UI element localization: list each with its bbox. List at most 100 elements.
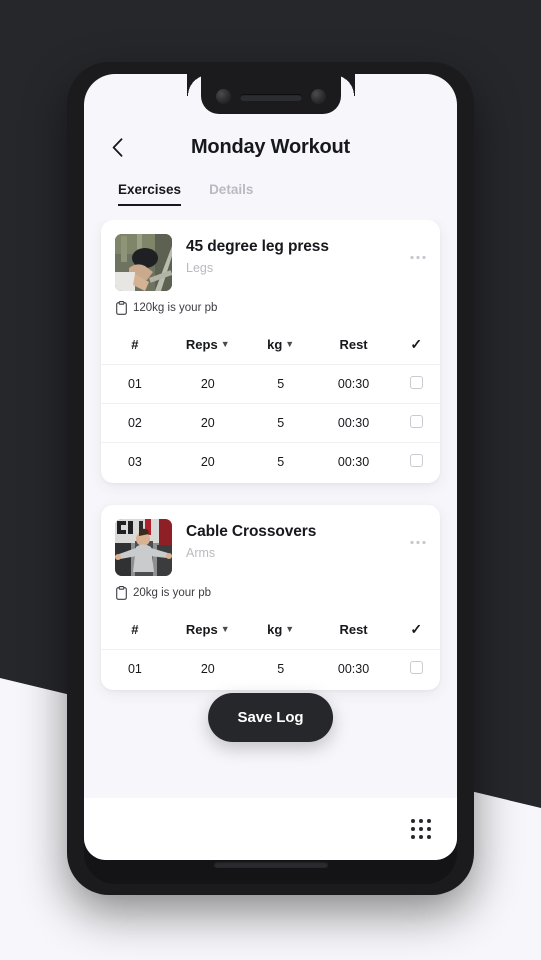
exercise-name: 45 degree leg press [186,238,329,255]
phone-screen: Monday Workout Exercises Details 45 degr… [84,74,457,860]
chevron-down-icon: ▼ [220,624,230,634]
exercise-title-block: Cable Crossovers Arms [172,519,404,560]
col-header-reps-label: Reps [185,337,218,352]
check-icon: ✓ [410,336,423,352]
set-rest[interactable]: 00:30 [315,443,393,484]
clipboard-icon [116,301,127,315]
col-header-number: # [131,337,139,352]
set-weight[interactable]: 5 [247,443,315,484]
set-weight[interactable]: 5 [247,365,315,404]
tab-details[interactable]: Details [209,182,253,206]
col-header-rest: Rest [339,622,368,637]
set-check-cell[interactable] [393,404,440,443]
exercise-thumbnail[interactable] [115,234,172,291]
col-header-number: # [131,622,139,637]
col-header-check: ✓ [393,610,440,650]
set-check-cell[interactable] [393,650,440,691]
back-button[interactable] [102,132,132,162]
grid-dot [411,835,415,839]
grid-dot [427,835,431,839]
tab-exercises[interactable]: Exercises [118,182,182,206]
grid-dot [427,819,431,823]
col-header-weight-label: kg [267,337,283,352]
set-weight[interactable]: 5 [247,650,315,691]
exercise-card: Cable Crossovers Arms 20kg is your pb # … [101,505,440,690]
exercise-title-block: 45 degree leg press Legs [172,234,404,275]
app-root: Monday Workout Exercises Details 45 degr… [84,74,457,860]
set-reps[interactable]: 20 [169,404,247,443]
grid-dot [419,819,423,823]
set-checkbox[interactable] [409,376,423,389]
set-weight[interactable]: 5 [247,404,315,443]
page-title: Monday Workout [190,135,351,158]
exercise-thumbnail[interactable] [115,519,172,576]
front-camera-icon [310,88,326,104]
cable-crossovers-photo [115,519,172,576]
col-header-weight[interactable]: kg ▼ [247,610,315,650]
save-log-button[interactable]: Save Log [207,693,334,742]
chevron-down-icon: ▼ [285,339,295,349]
table-row[interactable]: 02 20 5 00:30 [101,403,440,443]
set-checkbox[interactable] [409,415,423,428]
sets-table-header: # Reps ▼ kg ▼ Rest ✓ [101,610,440,650]
grid-dot [411,827,415,831]
set-number: 03 [127,455,142,469]
set-rest[interactable]: 00:30 [315,650,393,691]
col-header-weight[interactable]: kg ▼ [247,325,315,365]
sets-table: # Reps ▼ kg ▼ Rest ✓ 01 20 [101,325,440,483]
table-row[interactable]: 01 20 5 00:30 [101,364,440,404]
check-icon: ✓ [410,621,423,637]
leg-press-photo [115,234,172,291]
set-number: 02 [127,416,142,430]
set-check-cell[interactable] [393,443,440,484]
chevron-down-icon: ▼ [285,624,295,634]
grid-dot [427,827,431,831]
apps-grid-icon[interactable] [411,819,431,839]
table-row[interactable]: 03 20 5 00:30 [101,442,440,484]
col-header-weight-label: kg [267,622,283,637]
ellipsis-icon [410,255,426,260]
front-camera-icon [215,88,231,104]
set-number: 01 [127,662,142,676]
set-rest[interactable]: 00:30 [315,365,393,404]
col-header-reps[interactable]: Reps ▼ [169,325,247,365]
col-header-reps[interactable]: Reps ▼ [169,610,247,650]
set-reps[interactable]: 20 [169,650,247,691]
exercise-card-header: Cable Crossovers Arms [101,505,440,582]
table-row[interactable]: 01 20 5 00:30 [101,649,440,691]
sets-table: # Reps ▼ kg ▼ Rest ✓ 01 20 [101,610,440,690]
phone-bottom-speaker [213,861,328,868]
exercise-name: Cable Crossovers [186,523,317,540]
personal-best-row: 120kg is your pb [101,297,440,325]
exercise-muscle-group: Legs [186,261,214,275]
tab-bar: Exercises Details [84,176,457,206]
grid-dot [419,827,423,831]
set-reps[interactable]: 20 [169,365,247,404]
phone-mockup: Monday Workout Exercises Details 45 degr… [67,62,474,895]
clipboard-icon [116,586,127,600]
exercise-muscle-group: Arms [186,546,216,560]
top-bar: Monday Workout [84,118,457,176]
exercise-more-button[interactable] [404,519,426,548]
grid-dot [419,835,423,839]
set-checkbox[interactable] [409,661,423,674]
sets-table-header: # Reps ▼ kg ▼ Rest ✓ [101,325,440,365]
chevron-left-icon [112,137,122,157]
personal-best-text: 20kg is your pb [133,587,211,599]
personal-best-text: 120kg is your pb [133,302,218,314]
exercise-more-button[interactable] [404,234,426,263]
col-header-rest: Rest [339,337,368,352]
set-number: 01 [127,377,142,391]
phone-notch [200,74,341,114]
set-checkbox[interactable] [409,454,423,467]
col-header-reps-label: Reps [185,622,218,637]
set-reps[interactable]: 20 [169,443,247,484]
phone-bezel: Monday Workout Exercises Details 45 degr… [84,74,457,884]
bottom-bar [84,798,457,860]
set-check-cell[interactable] [393,365,440,404]
chevron-down-icon: ▼ [220,339,230,349]
ellipsis-icon [410,540,426,545]
set-rest[interactable]: 00:30 [315,404,393,443]
grid-dot [411,819,415,823]
personal-best-row: 20kg is your pb [101,582,440,610]
